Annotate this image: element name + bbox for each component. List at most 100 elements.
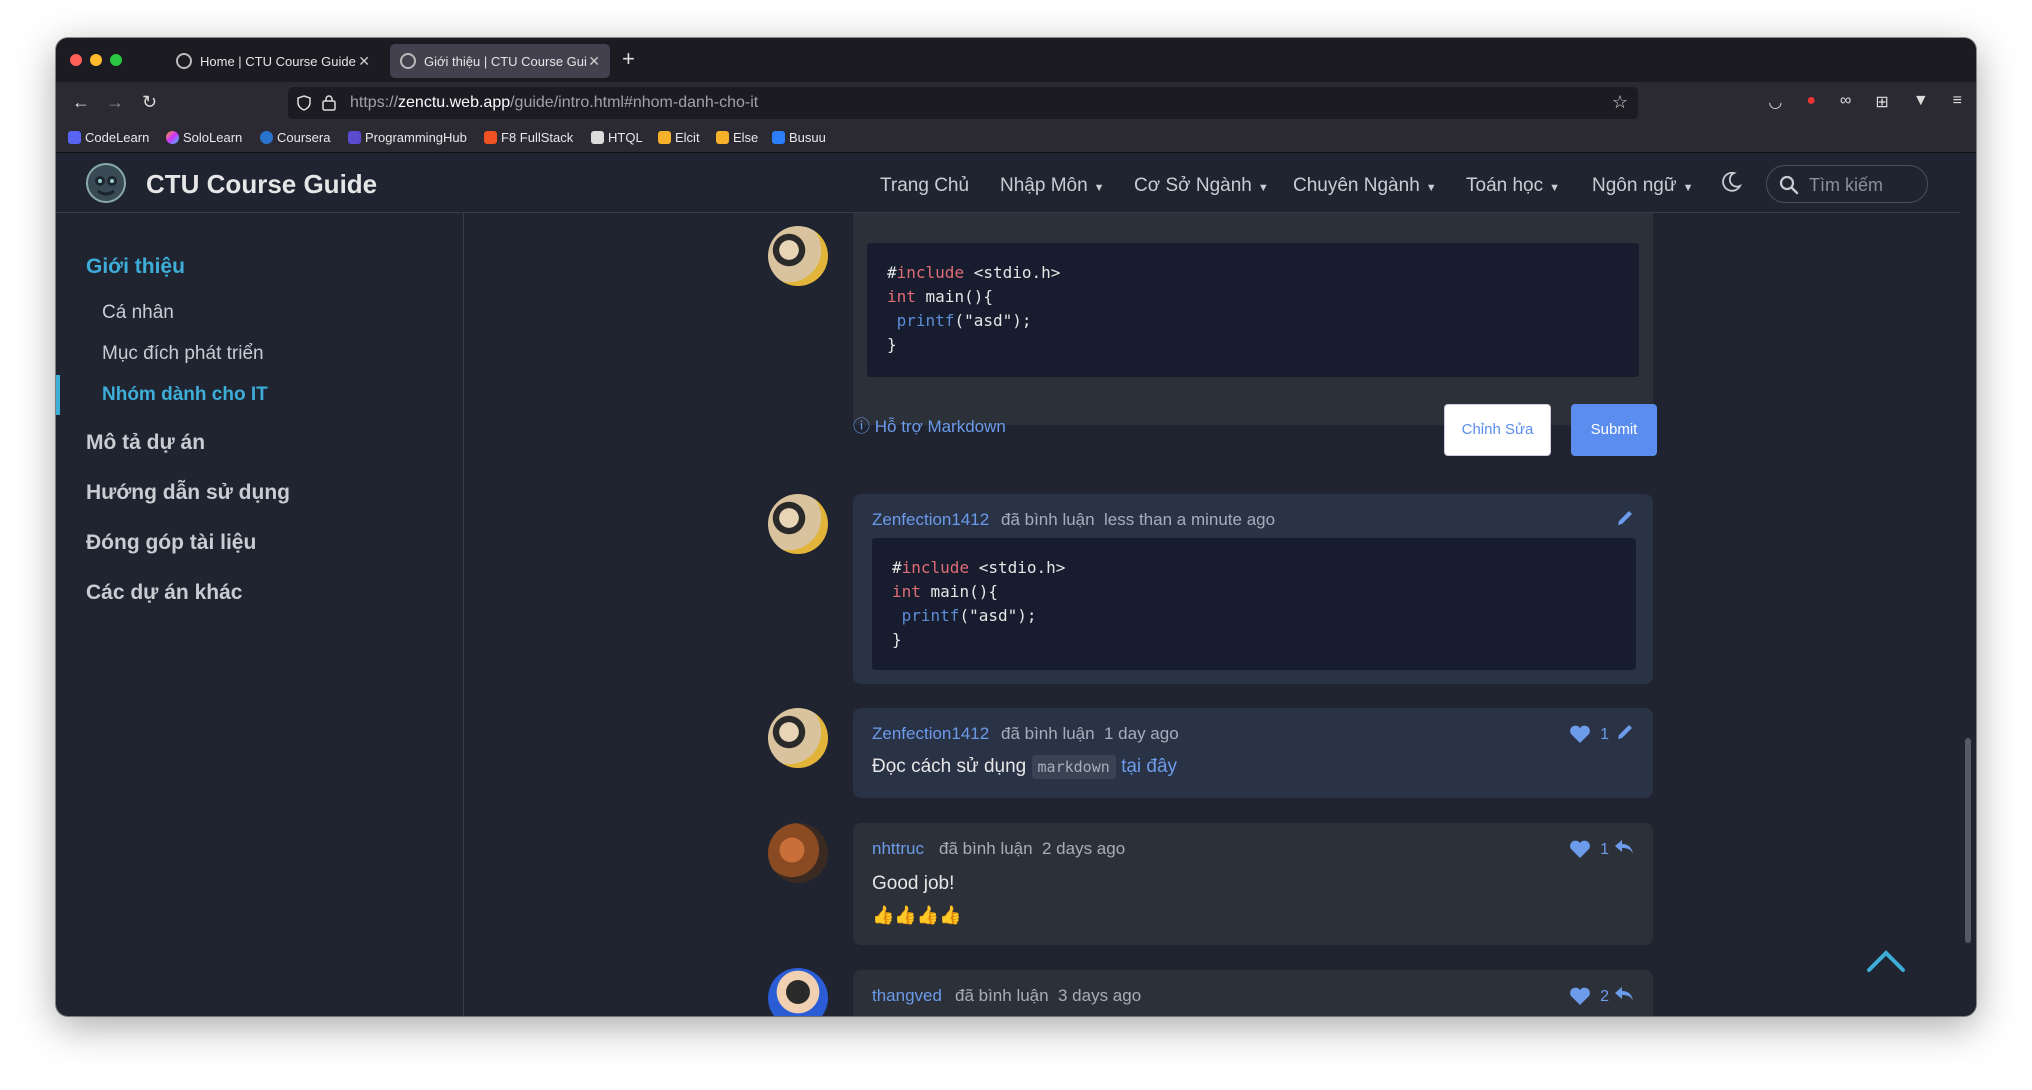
close-window-button[interactable] xyxy=(70,54,82,66)
markdown-guide-link[interactable]: tại đây xyxy=(1121,756,1177,777)
comment-username[interactable]: thangved xyxy=(872,986,942,1006)
nav-intro[interactable]: Nhập Môn ▼ xyxy=(1000,175,1105,197)
edit-button[interactable]: Chỉnh Sửa xyxy=(1444,404,1551,456)
heart-icon[interactable] xyxy=(1569,724,1591,744)
nav-specialized[interactable]: Chuyên Ngành ▼ xyxy=(1293,175,1437,197)
bookmark-label: CodeLearn xyxy=(85,130,150,145)
bookmark-label: Coursera xyxy=(277,130,331,145)
tab-home[interactable]: Home | CTU Course Guide ✕ xyxy=(166,44,380,78)
nav-language[interactable]: Ngôn ngữ ▼ xyxy=(1592,175,1693,197)
close-tab-icon[interactable]: ✕ xyxy=(588,53,600,70)
new-tab-button[interactable]: + xyxy=(622,46,635,72)
bookmark-label: HTQL xyxy=(608,130,643,145)
comment-username[interactable]: Zenfection1412 xyxy=(872,510,989,530)
comment-username[interactable]: nhttruc xyxy=(872,839,924,859)
code-token: printf xyxy=(892,606,960,625)
bookmark-item[interactable]: Busuu xyxy=(772,130,826,145)
edit-pencil-icon[interactable] xyxy=(1615,508,1635,528)
scrollbar[interactable] xyxy=(1960,153,1976,1016)
bookmark-item[interactable]: Coursera xyxy=(260,130,330,145)
submit-button[interactable]: Submit xyxy=(1571,404,1657,456)
tab-intro[interactable]: Giới thiệu | CTU Course Gui ✕ xyxy=(390,44,610,78)
minimize-window-button[interactable] xyxy=(90,54,102,66)
markdown-hint-label: Hỗ trợ Markdown xyxy=(874,417,1006,436)
code-token: <stdio.h> xyxy=(964,263,1061,282)
bookmark-item[interactable]: SoloLearn xyxy=(166,130,242,145)
sidebar-section-contribute[interactable]: Đóng góp tài liệu xyxy=(86,531,256,555)
back-icon[interactable]: ← xyxy=(72,92,90,113)
like-count: 1 xyxy=(1600,726,1609,743)
dark-mode-moon-icon[interactable] xyxy=(1720,171,1742,193)
url-text[interactable]: https://zenctu.web.app/guide/intro.html#… xyxy=(350,94,758,112)
bookmark-item[interactable]: ProgrammingHub xyxy=(348,130,467,145)
back-to-top-icon[interactable] xyxy=(1866,948,1906,974)
bookmark-star-icon[interactable]: ☆ xyxy=(1612,92,1628,113)
browser-window: Home | CTU Course Guide ✕ Giới thiệu | C… xyxy=(56,38,1976,1016)
code-token: include xyxy=(901,558,970,577)
globe-icon xyxy=(400,53,416,69)
bookmark-item[interactable]: F8 FullStack xyxy=(484,130,573,145)
sidebar-section-project[interactable]: Mô tả dự án xyxy=(86,431,205,455)
edit-pencil-icon[interactable] xyxy=(1615,722,1635,742)
avatar[interactable] xyxy=(768,494,828,554)
extension-v-icon[interactable]: ▼ xyxy=(1913,92,1929,112)
avatar[interactable] xyxy=(768,823,828,883)
shield-icon[interactable] xyxy=(296,95,312,111)
bookmark-item[interactable]: Else xyxy=(716,130,758,145)
lock-icon[interactable] xyxy=(322,94,336,111)
bookmark-label: SoloLearn xyxy=(183,130,243,145)
reply-icon[interactable] xyxy=(1613,837,1635,857)
site-title[interactable]: CTU Course Guide xyxy=(146,169,377,200)
sidebar-item-it-group[interactable]: Nhóm dành cho IT xyxy=(102,384,268,406)
comment-action: đã bình luận xyxy=(939,839,1033,858)
nav-foundation[interactable]: Cơ Sở Ngành ▼ xyxy=(1134,175,1269,197)
nav-math[interactable]: Toán học ▼ xyxy=(1466,175,1560,197)
bookmark-item[interactable]: Elcit xyxy=(658,130,700,145)
comment-text: Đọc cách sử dụng markdown tại đây xyxy=(872,755,1177,779)
avatar[interactable] xyxy=(768,226,828,286)
code-token: # xyxy=(892,558,902,577)
close-tab-icon[interactable]: ✕ xyxy=(358,53,370,70)
comment-time: less than a minute ago xyxy=(1104,510,1276,529)
extension-glasses-icon[interactable]: ∞ xyxy=(1840,92,1851,112)
url-prefix: https:// xyxy=(350,94,399,111)
menu-icon[interactable]: ≡ xyxy=(1953,92,1962,112)
bookmark-item[interactable]: HTQL xyxy=(591,130,643,145)
elcit-icon xyxy=(658,131,671,144)
search-box[interactable]: Tìm kiếm xyxy=(1766,165,1928,203)
comment-time: 1 day ago xyxy=(1104,724,1179,743)
nav-label: Trang Chủ xyxy=(880,175,970,196)
sidebar-section-others[interactable]: Các dự án khác xyxy=(86,581,242,605)
bookmark-item[interactable]: CodeLearn xyxy=(68,130,149,145)
pocket-icon[interactable]: ◡ xyxy=(1768,92,1782,112)
maximize-window-button[interactable] xyxy=(110,54,122,66)
search-placeholder: Tìm kiếm xyxy=(1809,175,1883,195)
sidebar-item-personal[interactable]: Cá nhân xyxy=(102,302,174,324)
nav-home[interactable]: Trang Chủ xyxy=(880,175,969,197)
comment-emoji: 👍👍👍👍 xyxy=(872,905,962,925)
heart-icon[interactable] xyxy=(1569,986,1591,1006)
reload-icon[interactable]: ↻ xyxy=(142,92,157,113)
reply-icon[interactable] xyxy=(1613,984,1635,1004)
sidebar-section-intro[interactable]: Giới thiệu xyxy=(86,255,185,279)
site-logo[interactable] xyxy=(86,163,126,203)
sololearn-icon xyxy=(166,131,179,144)
avatar[interactable] xyxy=(768,968,828,1016)
comment-username[interactable]: Zenfection1412 xyxy=(872,724,989,744)
extension-icon[interactable]: ● xyxy=(1806,92,1816,112)
scrollbar-thumb[interactable] xyxy=(1965,738,1971,943)
heart-icon[interactable] xyxy=(1569,839,1591,859)
caret-down-icon: ▼ xyxy=(1682,182,1694,194)
comment-text-content: Đọc cách sử dụng xyxy=(872,756,1027,777)
markdown-hint[interactable]: ⓘ Hỗ trợ Markdown xyxy=(853,412,1006,437)
sidebar-item-purpose[interactable]: Mục đích phát triển xyxy=(102,343,264,365)
avatar[interactable] xyxy=(768,708,828,768)
comment-action: đã bình luận xyxy=(1001,724,1095,743)
code-token: int xyxy=(892,582,921,601)
sidebar-section-guide[interactable]: Hướng dẫn sử dụng xyxy=(86,481,290,505)
search-icon xyxy=(1779,175,1799,195)
extension-ab-icon[interactable]: ⊞ xyxy=(1875,92,1888,112)
url-bar[interactable]: https://zenctu.web.app/guide/intro.html#… xyxy=(288,87,1638,119)
programminghub-icon xyxy=(348,131,361,144)
forward-icon[interactable]: → xyxy=(106,92,124,113)
